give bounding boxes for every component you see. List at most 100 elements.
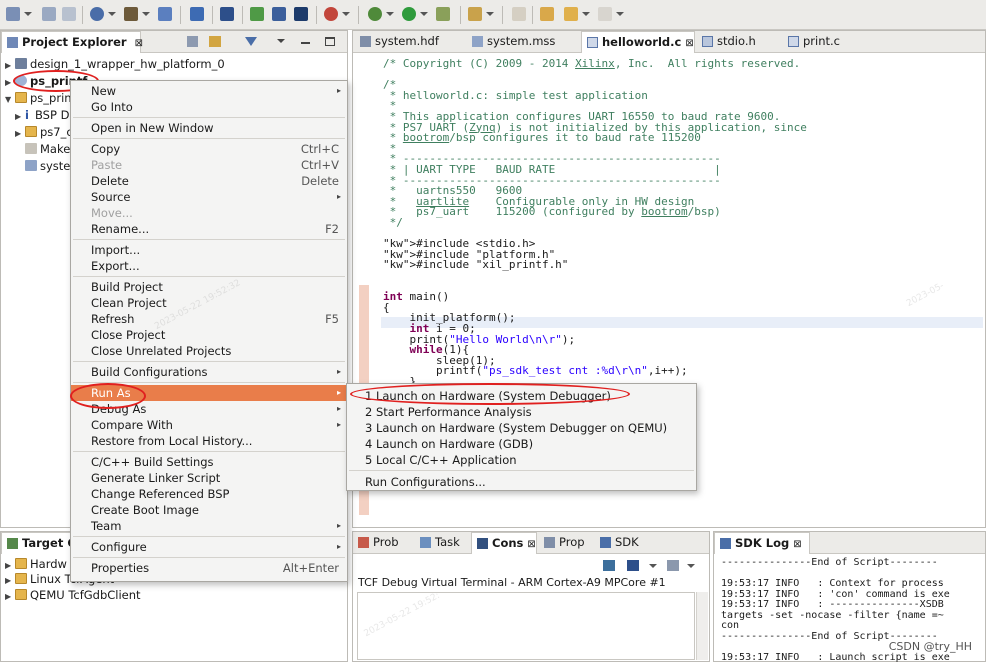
menu-item-copy[interactable]: Copy Ctrl+C [71, 141, 347, 157]
menu-item-properties[interactable]: Properties Alt+Enter [71, 560, 347, 576]
minimize-icon[interactable] [301, 42, 310, 44]
tree-item-qemu-tcfgdbclient[interactable]: ▶ QEMU TcfGdbClient [5, 587, 141, 604]
forward-icon[interactable] [598, 7, 612, 21]
filter-icon[interactable] [245, 37, 257, 46]
sdk-tool-icon[interactable] [190, 7, 204, 21]
chevron-down-icon[interactable] [108, 12, 116, 16]
menu-item-label: Clean Project [91, 296, 167, 310]
console-scrollbar[interactable] [696, 592, 708, 660]
tab-system-mss[interactable]: system.mss [467, 31, 579, 53]
close-icon[interactable]: ⊠ [793, 539, 801, 550]
tab-sdk-terminal[interactable]: SDK [595, 532, 661, 554]
save-all-icon[interactable] [62, 7, 76, 21]
menu-item-open-in-new-window[interactable]: Open in New Window [71, 120, 347, 136]
chevron-down-icon[interactable] [649, 564, 657, 568]
menu-item-move[interactable]: Move... [71, 205, 347, 221]
menu-item-refresh[interactable]: Refresh F5 [71, 311, 347, 327]
pin-icon[interactable] [512, 7, 526, 21]
menu-item-build-project[interactable]: Build Project [71, 279, 347, 295]
tree-item-system-mss[interactable]: syste [25, 158, 70, 175]
menu-item-compare-with[interactable]: Compare With ▸ [71, 417, 347, 433]
menu-item-configure[interactable]: Configure ▸ [71, 539, 347, 555]
menu-item-close-unrelated-projects[interactable]: Close Unrelated Projects [71, 343, 347, 359]
maximize-icon[interactable] [325, 37, 335, 46]
view-menu-icon[interactable] [277, 39, 285, 43]
tab-target-connections[interactable]: Target C [1, 532, 81, 554]
collapse-icon[interactable]: ▼ [5, 91, 15, 108]
tab-project-explorer[interactable]: Project Explorer ⊠ [1, 31, 143, 53]
menu-item-export[interactable]: Export... [71, 258, 347, 274]
tab-console[interactable]: Cons ⊠ [471, 532, 537, 554]
binary-icon[interactable] [158, 7, 172, 21]
menu-item-team[interactable]: Team ▸ [71, 518, 347, 534]
menu-item-restore-from-local-history[interactable]: Restore from Local History... [71, 433, 347, 449]
menu-item-import[interactable]: Import... [71, 242, 347, 258]
expand-icon[interactable]: ▶ [5, 57, 15, 74]
chevron-down-icon[interactable] [142, 12, 150, 16]
run-as-item-3[interactable]: 3 Launch on Hardware (System Debugger on… [347, 420, 696, 436]
debug-remote-icon[interactable] [324, 7, 338, 21]
expand-icon[interactable]: ▶ [5, 588, 15, 605]
run-as-item-2[interactable]: 2 Start Performance Analysis [347, 404, 696, 420]
link-editor-icon[interactable] [209, 36, 221, 47]
run-icon[interactable] [402, 7, 416, 21]
menu-item-paste[interactable]: Paste Ctrl+V [71, 157, 347, 173]
chevron-down-icon[interactable] [420, 12, 428, 16]
new-console-icon[interactable] [667, 560, 679, 571]
expand-icon[interactable]: ▶ [15, 125, 25, 142]
run-as-item-7[interactable]: Run Configurations... [347, 474, 696, 490]
terminal-icon[interactable] [220, 7, 234, 21]
close-icon[interactable]: ⊠ [685, 38, 693, 49]
menu-item-change-referenced-bsp[interactable]: Change Referenced BSP [71, 486, 347, 502]
last-edit-icon[interactable] [540, 7, 554, 21]
open-file-icon[interactable] [468, 7, 482, 21]
display-console-icon[interactable] [627, 560, 639, 571]
menu-item-close-project[interactable]: Close Project [71, 327, 347, 343]
tree-item-bsp-docs[interactable]: ▶ i BSP D [15, 107, 69, 124]
menu-item-source[interactable]: Source ▸ [71, 189, 347, 205]
tab-helloworld-c[interactable]: helloworld.c ⊠ [581, 31, 695, 53]
menu-item-create-boot-image[interactable]: Create Boot Image [71, 502, 347, 518]
chevron-down-icon[interactable] [24, 12, 32, 16]
close-icon[interactable]: ⊠ [135, 38, 143, 49]
debug-bug-icon[interactable] [368, 7, 382, 21]
expand-icon[interactable]: ▶ [15, 108, 25, 125]
menu-item-new[interactable]: New ▸ [71, 83, 347, 99]
back-icon[interactable] [564, 7, 578, 21]
xsct-icon[interactable] [272, 7, 286, 21]
collapse-all-icon[interactable] [187, 36, 198, 47]
menu-item-c-c-build-settings[interactable]: C/C++ Build Settings [71, 454, 347, 470]
tab-sdk-log[interactable]: SDK Log ⊠ [714, 532, 810, 554]
external-tools-icon[interactable] [436, 7, 450, 21]
console-icon[interactable] [294, 7, 308, 21]
tree-item-makefile[interactable]: Make [25, 141, 70, 158]
chevron-down-icon[interactable] [616, 12, 624, 16]
chevron-down-icon[interactable] [582, 12, 590, 16]
tab-problems[interactable]: Prob [353, 532, 423, 554]
program-fpga-icon[interactable] [250, 7, 264, 21]
build-hammer-icon[interactable] [124, 7, 138, 21]
chevron-down-icon[interactable] [342, 12, 350, 16]
menu-item-go-into[interactable]: Go Into [71, 99, 347, 115]
run-as-item-4[interactable]: 4 Launch on Hardware (GDB) [347, 436, 696, 452]
new-icon[interactable] [6, 7, 20, 21]
chevron-down-icon[interactable] [486, 12, 494, 16]
console-output[interactable] [357, 592, 695, 660]
menu-item-clean-project[interactable]: Clean Project [71, 295, 347, 311]
run-as-item-5[interactable]: 5 Local C/C++ Application [347, 452, 696, 468]
save-icon[interactable] [42, 7, 56, 21]
tab-system-hdf[interactable]: system.hdf [355, 31, 465, 53]
chevron-down-icon[interactable] [687, 564, 695, 568]
close-icon[interactable]: ⊠ [527, 539, 535, 550]
chevron-down-icon[interactable] [386, 12, 394, 16]
menu-item-delete[interactable]: Delete Delete [71, 173, 347, 189]
menu-item-rename[interactable]: Rename... F2 [71, 221, 347, 237]
tree-item-ps-printf-bsp[interactable]: ▼ ps_prin [5, 90, 72, 107]
tab-stdio-h[interactable]: stdio.h [697, 31, 781, 53]
menu-item-generate-linker-script[interactable]: Generate Linker Script [71, 470, 347, 486]
tab-print-c[interactable]: print.c [783, 31, 873, 53]
tree-item-ps7-cortex[interactable]: ▶ ps7_c [15, 124, 73, 141]
menu-item-build-configurations[interactable]: Build Configurations ▸ [71, 364, 347, 380]
open-console-icon[interactable] [603, 560, 615, 571]
connection-icon[interactable] [90, 7, 104, 21]
